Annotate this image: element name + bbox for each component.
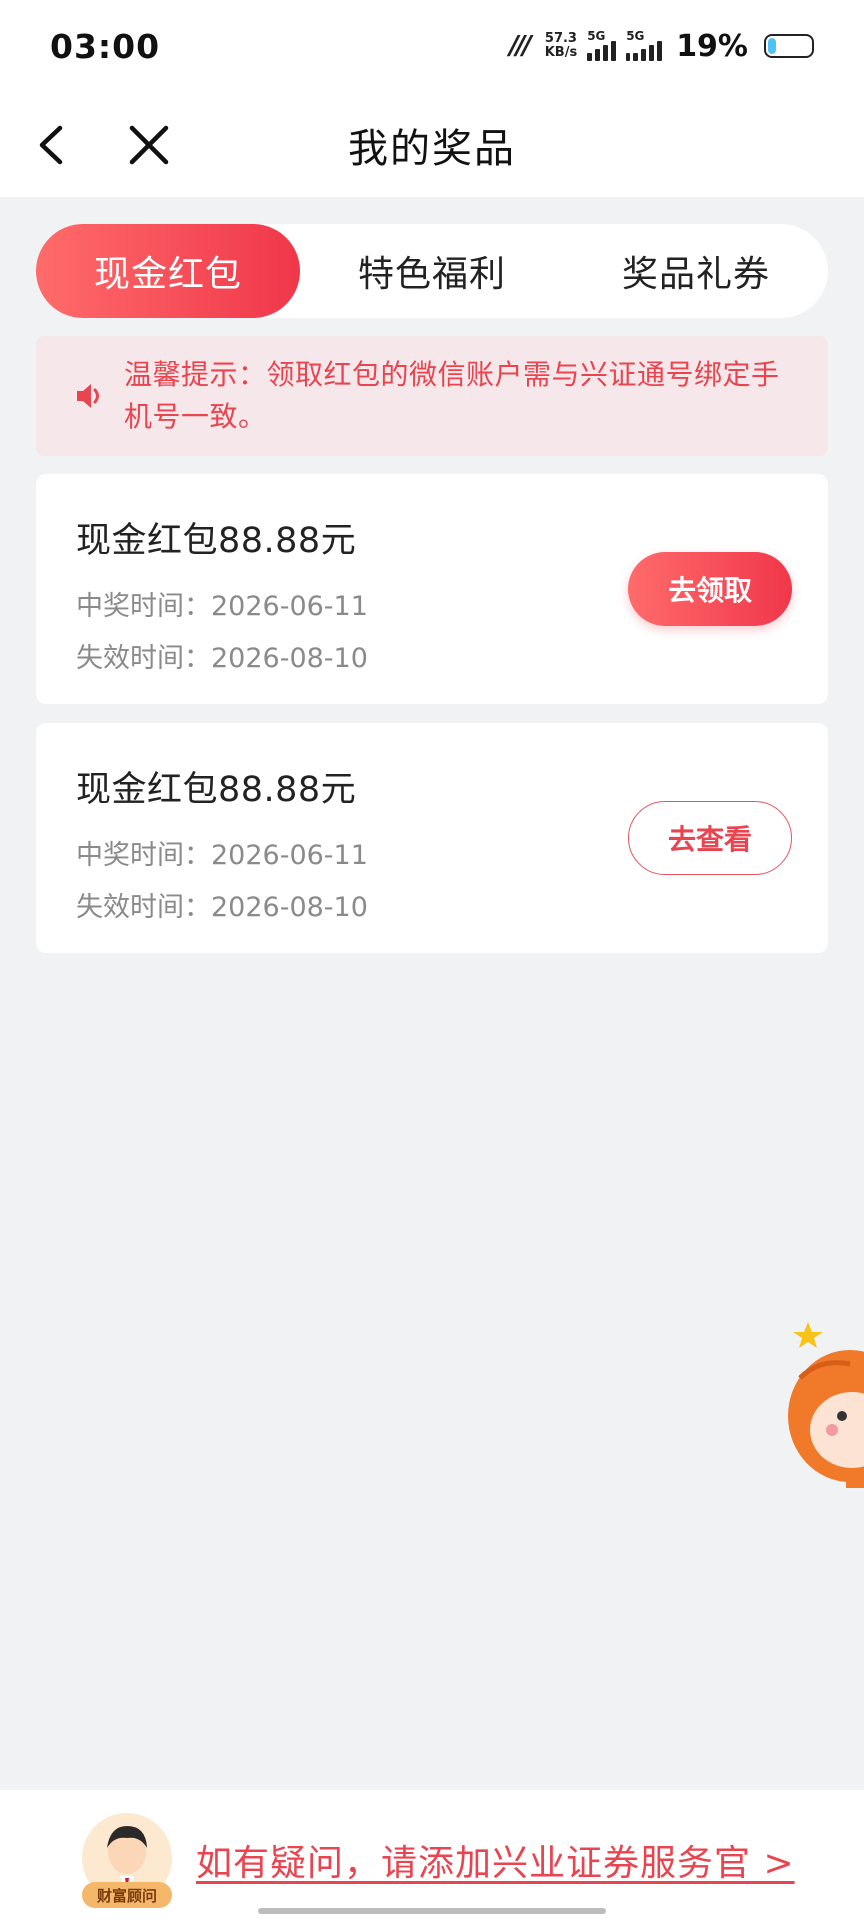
footer-bar: 财富顾问 如有疑问，请添加兴业证券服务官 > [0, 1790, 864, 1920]
sim2-label: 5G [626, 29, 645, 43]
tab-special-benefits[interactable]: 特色福利 [300, 224, 564, 318]
battery-icon [764, 34, 814, 58]
network-speed-icon: /// [509, 31, 531, 61]
notice-banner: 温馨提示：领取红包的微信账户需与兴证通号绑定手机号一致。 [36, 336, 828, 456]
battery-fill [768, 38, 776, 54]
signal-bar [657, 41, 663, 61]
prize-card: 现金红包88.88元 中奖时间：2026-06-11 失效时间：2026-08-… [36, 723, 828, 953]
signal-bar [595, 49, 601, 61]
prize-tabs: 现金红包 特色福利 奖品礼券 [36, 224, 828, 318]
signal-bar [649, 45, 655, 61]
mascot-icon[interactable] [780, 1318, 864, 1498]
status-indicators: /// 57.3 KB/s 5G 5G 19% [509, 29, 814, 64]
signal-bar [641, 49, 647, 61]
prize-card: 现金红包88.88元 中奖时间：2026-06-11 失效时间：2026-08-… [36, 474, 828, 704]
notice-text: 温馨提示：领取红包的微信账户需与兴证通号绑定手机号一致。 [124, 358, 780, 433]
status-time: 03:00 [50, 26, 161, 66]
signal-bar [611, 41, 617, 61]
sim1-label: 5G [587, 29, 606, 43]
tab-prize-coupons[interactable]: 奖品礼券 [564, 224, 828, 318]
chevron-left-icon[interactable] [28, 120, 78, 170]
contact-service-link[interactable]: 如有疑问，请添加兴业证券服务官 > [196, 1834, 795, 1886]
advisor-badge: 财富顾问 [82, 1882, 172, 1908]
prize-expire-time: 失效时间：2026-08-10 [76, 892, 368, 923]
signal-bar [603, 45, 609, 61]
battery-percent: 19% [676, 28, 748, 64]
signal-bar [587, 53, 593, 61]
network-speed: 57.3 KB/s [545, 32, 577, 60]
signal-bar [633, 53, 639, 61]
prize-expire-time: 失效时间：2026-08-10 [76, 643, 368, 674]
net-speed-unit: KB/s [544, 45, 578, 60]
status-bar: 03:00 /// 57.3 KB/s 5G 5G 19% [0, 0, 864, 92]
view-button[interactable]: 去查看 [628, 801, 792, 875]
claim-button[interactable]: 去领取 [628, 552, 792, 626]
home-indicator[interactable] [258, 1908, 606, 1914]
signal-icon-2: 5G [626, 29, 663, 61]
net-speed-value: 57.3 [544, 31, 577, 46]
page-title: 我的奖品 [348, 125, 516, 172]
nav-bar: 我的奖品 [0, 92, 864, 197]
tab-cash-red-packet[interactable]: 现金红包 [36, 224, 300, 318]
signal-icon: 5G [587, 29, 617, 61]
signal-bar [626, 53, 631, 61]
speaker-icon [77, 384, 99, 408]
close-icon[interactable] [124, 120, 174, 170]
